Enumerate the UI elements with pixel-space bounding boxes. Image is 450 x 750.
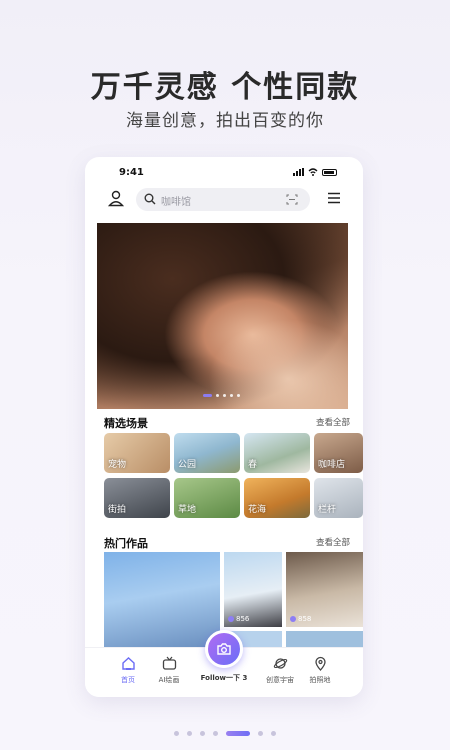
scene-card[interactable]: 花海 [244, 478, 310, 518]
scene-card[interactable]: 春 [244, 433, 310, 473]
work-card[interactable]: 858 [286, 552, 363, 627]
search-placeholder: 咖啡馆 [161, 197, 191, 208]
phone-mockup: 9:41 咖啡馆 精选场景 查看全部 宠物 公园 春 咖啡店 街拍 草地 花海 … [85, 157, 363, 697]
subline: 海量创意，拍出百变的你 [126, 111, 324, 131]
work-card[interactable] [286, 631, 363, 647]
scene-card[interactable]: 草地 [174, 478, 240, 518]
scene-card[interactable]: 宠物 [104, 433, 170, 473]
scene-label: 公园 [178, 460, 197, 470]
scene-label: 栏杆 [318, 505, 337, 515]
scene-label: 宠物 [108, 460, 127, 470]
headline: 万千灵感 个性同款 [90, 70, 360, 105]
tab-label: Follow一下 3 [200, 674, 248, 682]
tab-ai-painting[interactable]: AI绘画 [144, 656, 194, 685]
scene-grid: 宠物 公园 春 咖啡店 街拍 草地 花海 栏杆 [104, 433, 363, 521]
search-icon [144, 193, 156, 205]
scenes-see-all-link[interactable]: 查看全部 [316, 416, 350, 428]
search-input[interactable]: 咖啡馆 [136, 188, 310, 211]
bottom-tab-bar: 首页 AI绘画 Follow一下 3 创意宇宙 拍照地 [85, 630, 363, 697]
menu-icon[interactable] [327, 192, 341, 204]
scenes-title: 精选场景 [104, 417, 148, 430]
scene-label: 春 [248, 460, 258, 470]
works-title: 热门作品 [104, 537, 148, 550]
work-card[interactable]: 856 [224, 552, 282, 627]
camera-icon [217, 643, 231, 655]
wifi-icon [308, 168, 318, 176]
scene-label: 花海 [248, 505, 267, 515]
scene-card[interactable]: 公园 [174, 433, 240, 473]
scenes-header: 精选场景 查看全部 [104, 415, 350, 431]
battery-icon [322, 168, 337, 176]
like-count: 856 [228, 615, 249, 623]
scene-card[interactable]: 咖啡店 [314, 433, 363, 473]
tab-label: AI绘画 [158, 676, 180, 684]
planet-icon [273, 658, 287, 669]
scene-card[interactable]: 街拍 [104, 478, 170, 518]
tv-icon [162, 656, 176, 670]
status-bar: 9:41 [85, 165, 363, 181]
tab-photo-spot[interactable]: 拍照地 [295, 656, 345, 685]
scan-icon[interactable] [286, 194, 298, 205]
location-pin-icon [314, 656, 326, 671]
works-header: 热门作品 查看全部 [104, 535, 350, 551]
works-see-all-link[interactable]: 查看全部 [316, 536, 350, 548]
status-time: 9:41 [119, 167, 144, 178]
user-icon[interactable] [107, 189, 125, 207]
page-indicator [0, 731, 450, 736]
top-bar: 咖啡馆 [85, 187, 363, 213]
heart-icon [228, 616, 234, 622]
tab-label: 拍照地 [309, 676, 331, 684]
heart-icon [290, 616, 296, 622]
tab-follow[interactable]: Follow一下 3 [199, 630, 249, 683]
banner-pagination [203, 394, 240, 397]
scene-card[interactable]: 栏杆 [314, 478, 363, 518]
camera-button[interactable] [205, 630, 243, 668]
signal-icon [293, 168, 304, 176]
home-icon [121, 657, 135, 670]
scene-label: 咖啡店 [318, 460, 346, 470]
scene-label: 草地 [178, 505, 197, 515]
scene-label: 街拍 [108, 505, 127, 515]
hero-banner[interactable] [97, 223, 348, 409]
like-count: 858 [290, 615, 311, 623]
